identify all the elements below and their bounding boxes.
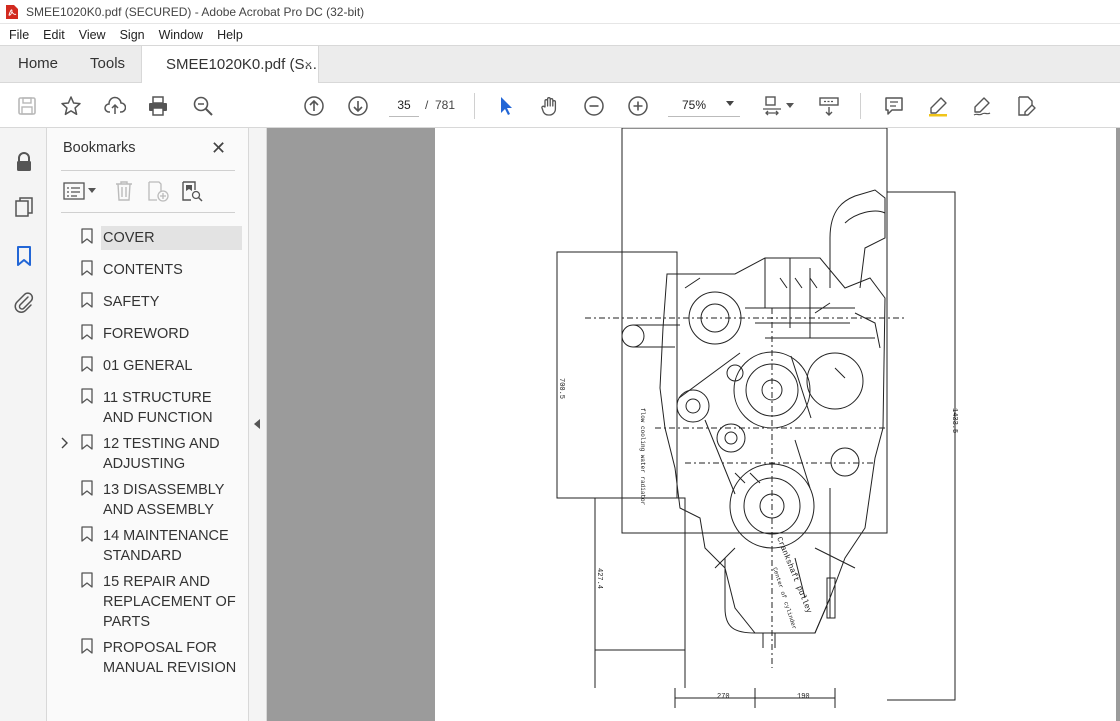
close-icon[interactable]: ✕ [211, 138, 226, 159]
bookmarks-panel: Bookmarks ✕ COVER CONTENTS SAFETY FOREWORD 0… [47, 128, 249, 721]
window-title: SMEE1020K0.pdf (SECURED) - Adobe Acrobat… [26, 4, 365, 19]
toolbar-divider [860, 93, 861, 119]
bookmark-label: FOREWORD [103, 326, 190, 342]
bookmark-label: 13 DISASSEMBLY AND ASSEMBLY [103, 482, 225, 518]
menu-file[interactable]: File [0, 28, 36, 42]
bookmark-icon [81, 572, 93, 588]
page-separator: / [425, 98, 429, 112]
left-rail [0, 128, 47, 721]
bookmark-panel-icon[interactable] [12, 244, 36, 268]
draw-sign-icon[interactable] [970, 94, 994, 118]
bookmark-label: 12 TESTING AND ADJUSTING [103, 436, 220, 472]
zoom-out-icon[interactable] [582, 94, 606, 118]
dimension-label: 270 [717, 693, 730, 701]
bookmark-icon [81, 526, 93, 542]
attachment-icon[interactable] [12, 290, 36, 314]
scroll-mode-icon[interactable] [817, 94, 841, 118]
bookmark-label: 01 GENERAL [103, 358, 193, 374]
tab-home[interactable]: Home [0, 45, 76, 82]
dimension-label: 427.4 [595, 568, 603, 589]
document-canvas[interactable] [267, 128, 435, 721]
panel-divider [61, 212, 235, 213]
bookmark-label: COVER [101, 226, 242, 250]
panel-divider [61, 170, 235, 171]
zoom-select[interactable]: 75% [668, 93, 740, 117]
bookmark-icon [81, 292, 93, 308]
menu-bar: File Edit View Sign Window Help [0, 24, 1120, 45]
save-icon[interactable] [15, 94, 39, 118]
drawing-annotation: flow cooling water radiator [639, 408, 646, 506]
chevron-right-icon[interactable] [61, 437, 71, 452]
star-icon[interactable] [59, 94, 83, 118]
page-fit-icon[interactable] [760, 94, 784, 118]
bookmarks-toolbar [61, 178, 235, 206]
panel-splitter[interactable] [249, 128, 267, 721]
zoom-in-icon[interactable] [626, 94, 650, 118]
select-cursor-icon[interactable] [494, 94, 518, 118]
comment-icon[interactable] [882, 94, 906, 118]
bookmark-icon [81, 388, 93, 404]
highlight-pen-icon[interactable] [926, 94, 950, 118]
toolbar-divider [474, 93, 475, 119]
page-total: 781 [435, 98, 456, 112]
tab-tools[interactable]: Tools [76, 45, 143, 82]
zoom-value: 75% [682, 97, 707, 112]
chevron-down-icon[interactable] [88, 188, 96, 194]
engine-drawing: 700.5 1433.5 427.4 270 190 Crankshaft pu… [556, 128, 958, 708]
toolbar: 35 / 781 75% [0, 83, 1120, 128]
acrobat-icon [6, 4, 18, 19]
pdf-page[interactable]: 700.5 1433.5 427.4 270 190 Crankshaft pu… [435, 128, 1116, 721]
new-bookmark-icon[interactable] [147, 180, 169, 202]
tab-document-label: SMEE1020K0.pdf (S... [166, 56, 317, 73]
menu-view[interactable]: View [72, 28, 113, 42]
menu-sign[interactable]: Sign [113, 28, 152, 42]
menu-help[interactable]: Help [210, 28, 250, 42]
menu-window[interactable]: Window [152, 28, 210, 42]
zoom-search-icon[interactable] [191, 94, 215, 118]
close-tab-icon[interactable]: × [304, 57, 312, 72]
bookmark-label: 14 MAINTENANCE STANDARD [103, 528, 229, 564]
collapse-panel-icon[interactable] [254, 419, 260, 429]
edit-pdf-icon[interactable] [1014, 94, 1038, 118]
dimension-label: 1433.5 [950, 408, 958, 433]
tab-document[interactable]: SMEE1020K0.pdf (S... × [142, 46, 320, 83]
pages-thumbnails-icon[interactable] [12, 196, 36, 220]
lock-icon[interactable] [12, 150, 36, 174]
print-icon[interactable] [146, 94, 170, 118]
bookmark-label: SAFETY [103, 294, 160, 310]
tab-bar: Home Tools SMEE1020K0.pdf (S... × [0, 45, 1120, 83]
chevron-down-icon[interactable] [786, 103, 794, 109]
find-bookmark-icon[interactable] [181, 180, 203, 202]
page-number-input[interactable]: 35 [389, 93, 419, 117]
bookmark-label: PROPOSAL FOR MANUAL REVISION [103, 640, 237, 676]
bookmark-icon [81, 324, 93, 340]
dimension-label: 190 [797, 693, 810, 701]
bookmark-icon [81, 356, 93, 372]
next-page-icon[interactable] [346, 94, 370, 118]
bookmark-icon [81, 480, 93, 496]
previous-page-icon[interactable] [302, 94, 326, 118]
bookmark-icon [81, 260, 93, 276]
delete-trash-icon[interactable] [114, 180, 134, 202]
bookmark-label: 15 REPAIR AND REPLACEMENT OF PARTS [103, 574, 236, 630]
upload-cloud-icon[interactable] [103, 94, 127, 118]
bookmark-label: 11 STRUCTURE AND FUNCTION [103, 390, 213, 426]
bookmark-label: CONTENTS [103, 262, 183, 278]
bookmark-icon [81, 434, 93, 450]
dimension-label: 700.5 [557, 378, 565, 399]
title-bar: SMEE1020K0.pdf (SECURED) - Adobe Acrobat… [0, 0, 1120, 24]
bookmarks-title: Bookmarks [63, 140, 136, 156]
hand-tool-icon[interactable] [538, 94, 562, 118]
options-list-icon[interactable] [63, 182, 85, 200]
menu-edit[interactable]: Edit [36, 28, 72, 42]
canvas-edge [1116, 128, 1120, 721]
chevron-down-icon [726, 101, 734, 106]
bookmark-icon [81, 638, 93, 654]
bookmark-icon [81, 228, 93, 244]
